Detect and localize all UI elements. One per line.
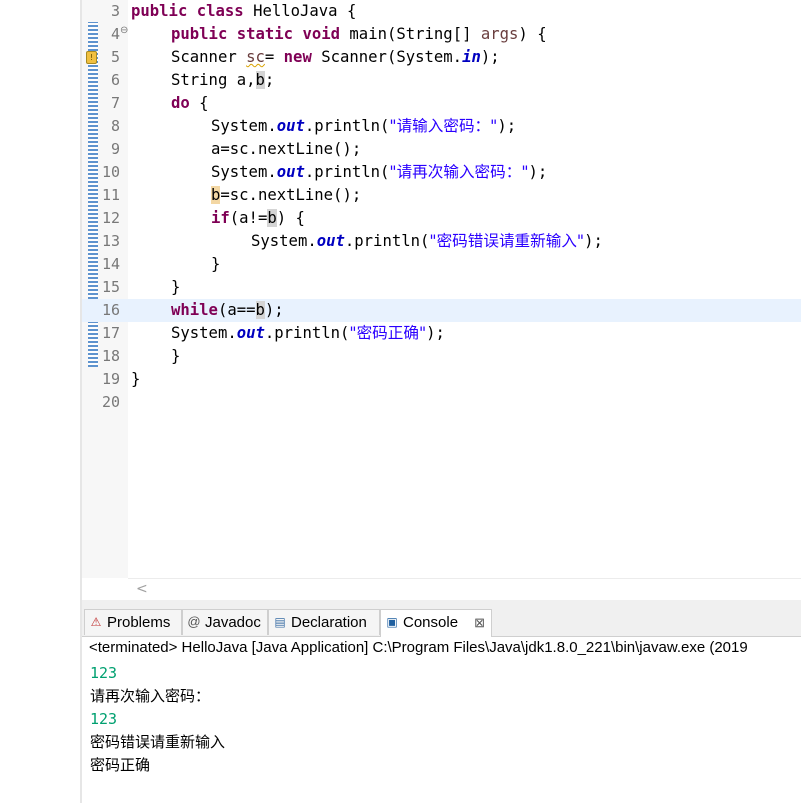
line-number: 8 — [110, 117, 120, 135]
code-line-14[interactable]: 14 } — [82, 253, 801, 276]
line-number: 4 — [110, 25, 120, 43]
line-number: 9 — [110, 140, 120, 158]
java-editor[interactable]: 3 public class HelloJava { 4 ⊖ public st… — [82, 0, 801, 600]
code-text[interactable]: a=sc.nextLine(); — [211, 138, 361, 161]
code-text[interactable]: } — [131, 368, 140, 391]
line-number: 11 — [101, 186, 120, 204]
line-number: 7 — [110, 94, 120, 112]
tab-label: Console — [403, 614, 459, 631]
declaration-icon: ▤ — [274, 615, 286, 629]
line-number: 12 — [101, 209, 120, 227]
problems-icon: ⚠ — [90, 615, 102, 629]
bottom-views-panel: ⚠ Problems @ Javadoc ▤ Declaration ▣ Con… — [82, 606, 801, 803]
horizontal-scrollbar[interactable]: < — [128, 578, 801, 600]
code-line-8[interactable]: 8 System.out.println("请输入密码："); — [82, 115, 801, 138]
code-text[interactable]: } — [171, 345, 180, 368]
code-text[interactable]: do { — [171, 92, 209, 115]
console-output-line: 请再次输入密码： — [90, 687, 211, 705]
line-number: 16 — [101, 301, 120, 319]
code-line-17[interactable]: 17 System.out.println("密码正确"); — [82, 322, 801, 345]
code-line-11[interactable]: 11 b=sc.nextLine(); — [82, 184, 801, 207]
code-line-5[interactable]: ! 5 Scanner sc= new Scanner(System.in); — [82, 46, 801, 69]
tab-problems[interactable]: ⚠ Problems — [84, 609, 182, 635]
close-icon[interactable]: ⊠ — [474, 610, 485, 635]
code-line-9[interactable]: 9 a=sc.nextLine(); — [82, 138, 801, 161]
code-text[interactable]: if(a!=b) { — [211, 207, 305, 230]
code-line-13[interactable]: 13 System.out.println("密码错误请重新输入"); — [82, 230, 801, 253]
scroll-left-arrow-icon[interactable]: < — [136, 581, 148, 597]
tab-label: Javadoc — [205, 614, 261, 631]
code-text[interactable]: b=sc.nextLine(); — [211, 184, 361, 207]
code-line-20[interactable]: 20 — [82, 391, 801, 414]
line-number: 13 — [101, 232, 120, 250]
code-text[interactable]: System.out.println("密码正确"); — [171, 322, 445, 345]
code-line-3[interactable]: 3 public class HelloJava { — [82, 0, 801, 23]
console-output-line: 123 — [90, 710, 118, 728]
code-text[interactable]: String a,b; — [171, 69, 274, 92]
code-text[interactable]: while(a==b); — [171, 299, 284, 322]
code-text[interactable]: System.out.println("请再次输入密码："); — [211, 161, 547, 184]
tab-declaration[interactable]: ▤ Declaration — [268, 609, 380, 635]
code-line-6[interactable]: 6 String a,b; — [82, 69, 801, 92]
line-number: 5 — [110, 48, 120, 66]
console-output-line: 密码错误请重新输入 — [90, 733, 226, 751]
code-text[interactable]: public class HelloJava { — [131, 0, 356, 23]
code-line-15[interactable]: 15 } — [82, 276, 801, 299]
code-text[interactable]: } — [211, 253, 220, 276]
code-line-12[interactable]: 12 if(a!=b) { — [82, 207, 801, 230]
code-text[interactable]: System.out.println("请输入密码："); — [211, 115, 516, 138]
console-status-line: <terminated> HelloJava [Java Application… — [89, 639, 748, 656]
code-line-7[interactable]: 7 do { — [82, 92, 801, 115]
line-number: 14 — [101, 255, 120, 273]
tab-console[interactable]: ▣ Console ⊠ — [380, 609, 492, 637]
line-number: 20 — [101, 393, 120, 411]
code-line-19[interactable]: 19 } — [82, 368, 801, 391]
fold-collapse-icon[interactable]: ⊖ — [120, 26, 128, 36]
line-number: 18 — [101, 347, 120, 365]
console-icon: ▣ — [386, 615, 398, 629]
left-blank-area — [0, 0, 80, 803]
code-text[interactable]: } — [171, 276, 180, 299]
line-number: 19 — [101, 370, 120, 388]
code-line-16-current[interactable]: 16 while(a==b); — [82, 299, 801, 322]
console-output-line: 密码正确 — [90, 756, 151, 774]
tab-label: Declaration — [291, 614, 367, 631]
line-number: 6 — [110, 71, 120, 89]
warning-marker-icon[interactable]: ! — [86, 51, 97, 64]
line-number: 15 — [101, 278, 120, 296]
code-text[interactable]: public static void main(String[] args) { — [171, 23, 547, 46]
console-output-line: 123 — [90, 664, 118, 682]
code-line-10[interactable]: 10 System.out.println("请再次输入密码："); — [82, 161, 801, 184]
code-text[interactable]: System.out.println("密码错误请重新输入"); — [251, 230, 603, 253]
code-line-18[interactable]: 18 } — [82, 345, 801, 368]
line-number: 3 — [110, 2, 120, 20]
line-number: 17 — [101, 324, 120, 342]
tab-label: Problems — [107, 614, 171, 631]
javadoc-icon: @ — [187, 614, 201, 629]
view-tab-bar: ⚠ Problems @ Javadoc ▤ Declaration ▣ Con… — [82, 606, 801, 637]
code-text[interactable]: Scanner sc= new Scanner(System.in); — [171, 46, 500, 69]
code-line-4[interactable]: 4 ⊖ public static void main(String[] arg… — [82, 23, 801, 46]
line-number: 10 — [101, 163, 120, 181]
tab-javadoc[interactable]: @ Javadoc — [182, 609, 268, 635]
